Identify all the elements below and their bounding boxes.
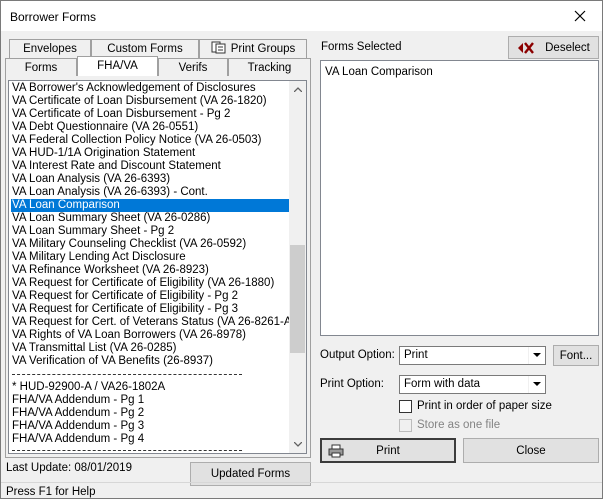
list-item[interactable]: FHA/VA Addendum - Pg 4 [11,433,290,446]
list-item[interactable]: VA Request for Cert. of Veterans Status … [11,316,295,329]
status-text: Press F1 for Help [6,486,96,498]
window-title: Borrower Forms [10,10,97,24]
list-item[interactable]: VA Borrower's Acknowledgement of Disclos… [11,82,290,95]
list-item[interactable]: VA Certificate of Loan Disbursement (VA … [11,95,290,108]
font-button[interactable]: Font... [553,345,599,366]
printer-icon [328,444,344,458]
list-separator [12,374,242,375]
list-item-selected[interactable]: VA Loan Comparison [11,199,290,212]
deselect-label: Deselect [545,41,590,54]
output-option-label: Output Option: [320,349,395,361]
close-window-button[interactable] [557,1,602,31]
tab-print-groups[interactable]: Print Groups [199,39,307,58]
print-option-select[interactable]: Form with data [399,375,546,394]
forms-selected-listbox[interactable]: VA Loan Comparison [320,60,599,336]
tab-label: FHA/VA [97,60,138,72]
tab-label: Verifs [178,62,208,74]
font-button-label: Font... [559,349,593,362]
title-bar: Borrower Forms [1,1,602,31]
tab-label: Tracking [247,62,292,74]
list-item[interactable]: VA Verification of VA Benefits (26-8937) [11,355,290,368]
list-item[interactable]: VA Debt Questionnaire (VA 26-0551) [11,121,290,134]
list-item[interactable]: VA Loan Summary Sheet - Pg 2 [11,225,290,238]
tab-fha-va[interactable]: FHA/VA [77,56,158,77]
list-item[interactable]: FHA/VA Addendum - Pg 1 [11,394,290,407]
list-item[interactable]: VA Transmittal List (VA 26-0285) [11,342,290,355]
print-button-label: Print [376,444,400,457]
one-file-label: Store as one file [417,419,501,431]
tab-verifs[interactable]: Verifs [158,58,228,77]
tab-forms[interactable]: Forms [5,58,77,77]
tab-label: Custom Forms [107,43,183,55]
forms-selected-label: Forms Selected [321,41,402,53]
close-icon [574,10,585,22]
close-button[interactable]: Close [463,438,599,463]
list-item[interactable]: VA Request for Certificate of Eligibilit… [11,277,290,290]
one-file-checkbox[interactable] [399,419,412,432]
list-item[interactable]: VA Loan Summary Sheet (VA 26-0286) [11,212,290,225]
deselect-button[interactable]: Deselect [508,36,599,59]
list-separator [12,450,242,451]
last-update-text: Last Update: 08/01/2019 [6,462,132,474]
tab-label: Forms [24,62,58,74]
scroll-down-button[interactable] [289,436,306,453]
scroll-up-button[interactable] [289,81,306,98]
output-option-dropdown[interactable] [528,347,545,364]
output-option-select[interactable]: Print [399,346,546,365]
list-item[interactable]: VA Loan Analysis (VA 26-6393) [11,173,290,186]
chevron-down-icon [293,441,302,447]
output-option-value: Print [404,349,428,361]
forms-list-scrollbar[interactable] [289,81,306,453]
tab-tracking[interactable]: Tracking [228,58,311,77]
status-bar: Press F1 for Help [1,482,602,499]
list-item[interactable]: VA Interest Rate and Discount Statement [11,160,290,173]
list-item[interactable]: VA Request for Certificate of Eligibilit… [11,290,290,303]
chevron-up-icon [293,87,302,93]
print-option-label: Print Option: [320,378,384,390]
tab-label: Envelopes [23,43,77,55]
list-item[interactable]: FHA/VA Addendum - Pg 2 [11,407,290,420]
list-item[interactable]: VA Federal Collection Policy Notice (VA … [11,134,290,147]
chevron-down-icon [533,353,541,357]
list-item[interactable]: VA Loan Analysis (VA 26-6393) - Cont. [11,186,290,199]
list-item[interactable]: VA Military Counseling Checklist (VA 26-… [11,238,290,251]
forms-listbox[interactable]: VA Borrower's Acknowledgement of Disclos… [8,80,307,454]
list-item[interactable]: VA HUD-1/1A Origination Statement [11,147,290,160]
paper-size-label: Print in order of paper size [417,400,552,412]
deselect-icon [518,41,535,54]
list-item[interactable]: * HUD-92900-A / VA26-1802A [11,381,290,394]
print-option-dropdown[interactable] [528,376,545,393]
print-button[interactable]: Print [320,438,456,463]
list-item[interactable]: VA Refinance Worksheet (VA 26-8923) [11,264,290,277]
list-item[interactable]: FHA/VA Addendum - Pg 3 [11,420,290,433]
chevron-down-icon [533,382,541,386]
print-groups-icon [211,41,226,54]
paper-size-checkbox[interactable] [399,400,412,413]
list-item[interactable]: VA Certificate of Loan Disbursement - Pg… [11,108,290,121]
tab-label: Print Groups [230,43,296,55]
print-option-value: Form with data [404,378,481,390]
list-item[interactable]: VA Military Lending Act Disclosure [11,251,290,264]
close-button-label: Close [516,444,546,457]
borrower-forms-window: Borrower Forms Envelopes Custom Forms Pr… [0,0,603,499]
scroll-thumb[interactable] [290,245,305,353]
list-item[interactable]: VA Request for Certificate of Eligibilit… [11,303,290,316]
selected-form-item[interactable]: VA Loan Comparison [325,66,433,78]
updated-forms-label: Updated Forms [210,468,291,480]
list-item[interactable]: VA Rights of VA Loan Borrowers (VA 26-89… [11,329,290,342]
